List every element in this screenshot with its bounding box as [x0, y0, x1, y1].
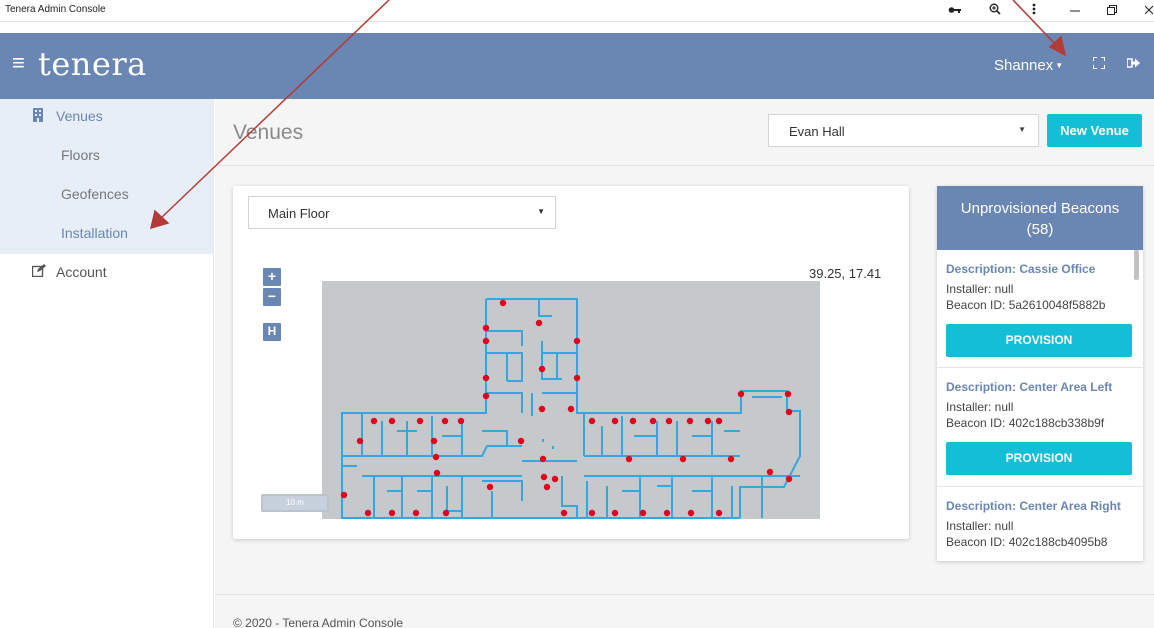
menu-icon[interactable]: ≡	[12, 51, 25, 75]
beacon-description: Description: Center Area Left	[946, 380, 1113, 394]
beacons-count: (58)	[1026, 221, 1054, 238]
coordinate-readout: 39.25, 17.41	[809, 266, 882, 281]
restore-icon[interactable]	[1101, 2, 1123, 20]
sidebar-item-floors[interactable]: Floors	[0, 137, 214, 177]
sidebar-item-account[interactable]: Account	[0, 255, 214, 295]
beacon-id: Beacon ID: 402c188cb4095b8	[946, 535, 1108, 549]
sidebar: Venues Floors Geofences Installation Acc…	[0, 99, 214, 628]
floor-select-value: Main Floor	[268, 206, 330, 221]
sidebar-item-geofences[interactable]: Geofences	[0, 176, 214, 216]
floor-plan-map[interactable]	[322, 281, 820, 519]
beacon-list[interactable]: Description: Cassie Office Installer: nu…	[937, 250, 1143, 561]
zoom-in-button[interactable]: +	[263, 268, 281, 286]
footer-divider	[215, 594, 1154, 595]
more-icon[interactable]	[1023, 2, 1045, 20]
building-icon	[32, 108, 44, 125]
chevron-down-icon: ▼	[537, 207, 545, 216]
home-button[interactable]: H	[263, 323, 281, 341]
divider	[215, 165, 1154, 166]
chevron-down-icon: ▼	[1055, 61, 1064, 70]
beacon-id: Beacon ID: 5a2610048f5882b	[946, 298, 1106, 312]
window-title: Tenera Admin Console	[5, 4, 106, 15]
new-venue-button[interactable]: New Venue	[1047, 114, 1142, 147]
map-card: Main Floor ▼ + − H 39.25, 17.41 10 m	[233, 186, 909, 539]
divider	[937, 367, 1143, 368]
key-icon[interactable]	[944, 2, 966, 20]
window-titlebar: Tenera Admin Console	[0, 0, 1154, 22]
venue-select[interactable]: Evan Hall ▼	[768, 114, 1039, 147]
sidebar-item-label: Account	[56, 264, 107, 280]
provision-button[interactable]: PROVISION	[946, 324, 1132, 357]
beacon-list-scrollbar[interactable]	[1134, 250, 1139, 280]
beacon-id: Beacon ID: 402c188cb338b9f	[946, 416, 1105, 430]
sidebar-item-label: Installation	[61, 225, 128, 241]
edit-icon	[31, 264, 46, 280]
fullscreen-icon[interactable]	[1090, 56, 1108, 72]
sidebar-item-label: Venues	[56, 108, 103, 124]
brand-logo[interactable]: tenera	[38, 45, 147, 83]
user-name: Shannex	[994, 57, 1054, 74]
main-content: Venues Evan Hall ▼ New Venue Main Floor …	[215, 99, 1154, 628]
floor-plan-drawing	[340, 298, 801, 519]
sidebar-item-installation[interactable]: Installation	[0, 215, 214, 255]
sidebar-item-label: Geofences	[61, 186, 129, 202]
sidebar-item-label: Floors	[61, 147, 100, 163]
provision-button[interactable]: PROVISION	[946, 442, 1132, 475]
floor-select[interactable]: Main Floor ▼	[248, 196, 556, 229]
app-header: ≡ tenera Shannex ▼	[0, 33, 1154, 99]
sidebar-item-venues[interactable]: Venues	[0, 99, 214, 139]
zoom-icon[interactable]	[984, 2, 1006, 20]
zoom-out-button[interactable]: −	[263, 288, 281, 306]
beacons-panel-title: Unprovisioned Beacons	[960, 200, 1120, 217]
beacon-installer: Installer: null	[946, 282, 1014, 296]
minimize-icon[interactable]	[1064, 2, 1086, 20]
user-menu[interactable]: Shannex ▼	[994, 57, 1063, 74]
page-title: Venues	[233, 121, 304, 144]
venue-select-value: Evan Hall	[789, 124, 845, 139]
close-icon[interactable]	[1138, 2, 1154, 20]
beacon-description: Description: Center Area Right	[946, 499, 1121, 513]
unprovisioned-beacons-panel: Unprovisioned Beacons (58) Description: …	[937, 186, 1143, 561]
beacon-installer: Installer: null	[946, 519, 1014, 533]
divider	[937, 486, 1143, 487]
chevron-down-icon: ▼	[1018, 125, 1026, 134]
beacon-description: Description: Cassie Office	[946, 262, 1096, 276]
beacon-installer: Installer: null	[946, 400, 1014, 414]
logout-icon[interactable]	[1124, 57, 1142, 72]
map-scale-bar: 10 m	[261, 494, 329, 512]
beacons-panel-header: Unprovisioned Beacons (58)	[937, 186, 1143, 250]
footer-text: © 2020 - Tenera Admin Console	[233, 616, 404, 628]
